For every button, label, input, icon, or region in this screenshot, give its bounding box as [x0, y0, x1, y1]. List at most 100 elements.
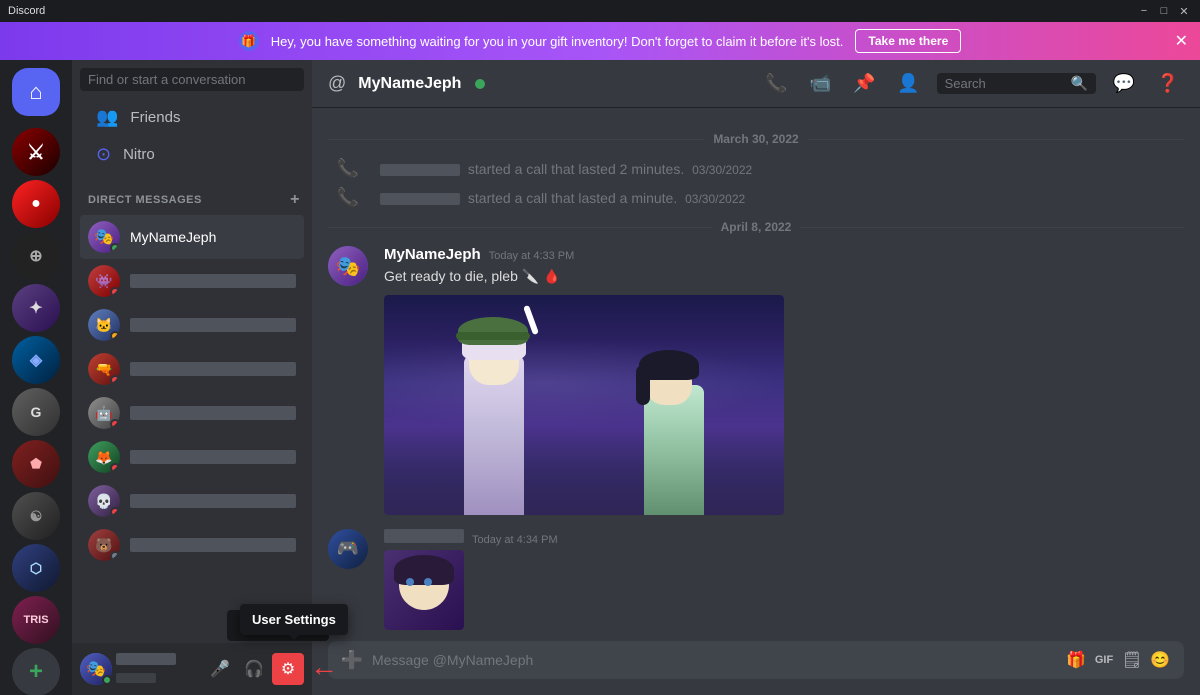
dm-at-icon: @: [328, 73, 346, 94]
channel-sidebar: 👥 Friends ⊙ Nitro DIRECT MESSAGES + 🎭 My…: [72, 60, 312, 695]
banner-close-button[interactable]: ✕: [1175, 31, 1188, 51]
nitro-icon: ⊙: [96, 144, 111, 165]
user-tag: [116, 673, 156, 683]
status-dot-6: [110, 463, 120, 473]
deafen-button[interactable]: 🎧: [238, 653, 270, 685]
message-time-1: Today at 4:33 PM: [489, 250, 575, 262]
server-icon-5[interactable]: ◈: [12, 336, 60, 384]
server-icon-7[interactable]: ⬟: [12, 440, 60, 488]
take-me-there-button[interactable]: Take me there: [855, 29, 961, 53]
gif-button[interactable]: GIF: [1092, 648, 1116, 672]
dm-item-6[interactable]: 🦊: [80, 435, 304, 479]
username: [116, 653, 176, 665]
chat-area: @ MyNameJeph 📞 📹 📌 👤 🔍 💬 ❓ March 30, 202…: [312, 60, 1200, 695]
sticker-button[interactable]: 🗒: [1120, 648, 1144, 672]
chat-input-area: ➕ 🎁 GIF 🗒 😊: [312, 641, 1200, 695]
friends-icon: 👥: [96, 107, 118, 128]
author-redacted-2: [384, 529, 464, 543]
dm-item-5[interactable]: 🤖: [80, 391, 304, 435]
system-message-1: 📞 started a call that lasted 2 minutes. …: [312, 154, 1200, 183]
nitro-nav-item[interactable]: ⊙ Nitro: [80, 136, 304, 173]
dm-name-4: [130, 362, 296, 376]
active-dm-avatar: 🎭: [88, 221, 120, 253]
anime-image: [384, 295, 784, 515]
search-input-wrapper[interactable]: [80, 68, 304, 91]
friends-nav-item[interactable]: 👥 Friends: [80, 99, 304, 136]
minimize-button[interactable]: −: [1136, 3, 1152, 19]
maximize-button[interactable]: □: [1156, 3, 1172, 19]
message-2: 🎮 Today at 4:34 PM: [312, 521, 1200, 638]
search-input[interactable]: [88, 72, 296, 87]
server-icon-9[interactable]: ⬡: [12, 544, 60, 592]
server-icon-1[interactable]: ⚔: [12, 128, 60, 176]
server-icon-10[interactable]: TRIS: [12, 596, 60, 644]
home-server-icon[interactable]: ⌂: [12, 68, 60, 116]
message-header-2: Today at 4:34 PM: [384, 529, 1184, 546]
input-right-buttons: 🎁 GIF 🗒 😊: [1064, 648, 1172, 672]
voice-call-button[interactable]: 📞: [765, 72, 789, 96]
gift-button[interactable]: 🎁: [1064, 648, 1088, 672]
add-dm-button[interactable]: +: [286, 189, 304, 211]
dm-item-3[interactable]: 🐱: [80, 303, 304, 347]
emoji-button[interactable]: 😊: [1148, 648, 1172, 672]
call-icon-2: 📞: [337, 187, 359, 208]
call-icon-1: 📞: [337, 158, 359, 179]
help-button[interactable]: ❓: [1156, 72, 1180, 96]
server-icon-4[interactable]: ✦: [12, 284, 60, 332]
settings-button[interactable]: ⚙: [272, 653, 304, 685]
status-dot-5: [110, 419, 120, 429]
message-content-1: MyNameJeph Today at 4:33 PM Get ready to…: [384, 246, 1184, 515]
user-area: 🎭 🎤 🎧 ⚙ User Settings: [72, 643, 312, 695]
char-figure-2: [624, 345, 724, 515]
dm-avatar-2: 👾: [88, 265, 120, 297]
server-icon-2[interactable]: ●: [12, 180, 60, 228]
dm-item-7[interactable]: 💀: [80, 479, 304, 523]
system-text-2: started a call that lasted a minute. 03/…: [380, 190, 745, 206]
dm-name-5: [130, 406, 296, 420]
user-controls: 🎤 🎧 ⚙: [204, 653, 304, 685]
status-dot-2: [110, 287, 120, 297]
dm-header: DIRECT MESSAGES +: [72, 173, 312, 215]
at-symbol: @: [328, 73, 346, 94]
pin-button[interactable]: 📌: [853, 72, 877, 96]
add-server-button[interactable]: +: [12, 648, 60, 695]
video-call-button[interactable]: 📹: [809, 72, 833, 96]
window-controls: − □ ✕: [1136, 3, 1192, 19]
dm-avatar-4: 🔫: [88, 353, 120, 385]
dm-name-7: [130, 494, 296, 508]
gift-banner: 🎁 Hey, you have something waiting for yo…: [0, 22, 1200, 60]
message-image-1: [384, 295, 784, 515]
close-button[interactable]: ✕: [1176, 3, 1192, 19]
dm-section-label: DIRECT MESSAGES: [88, 194, 202, 206]
server-icon-8[interactable]: ☯: [12, 492, 60, 540]
add-file-button[interactable]: ➕: [340, 648, 364, 672]
message-header-1: MyNameJeph Today at 4:33 PM: [384, 246, 1184, 263]
dm-item-8[interactable]: 🐻: [80, 523, 304, 567]
system-message-2: 📞 started a call that lasted a minute. 0…: [312, 183, 1200, 212]
friends-label: Friends: [130, 109, 180, 126]
dm-name-2: [130, 274, 296, 288]
status-dot: [110, 243, 120, 253]
add-friend-button[interactable]: 👤: [897, 72, 921, 96]
inbox-button[interactable]: 💬: [1112, 72, 1136, 96]
search-icon: 🔍: [1071, 75, 1088, 92]
dm-avatar-7: 💀: [88, 485, 120, 517]
dm-item-active[interactable]: 🎭 MyNameJeph: [80, 215, 304, 259]
header-search[interactable]: 🔍: [937, 73, 1096, 94]
server-icon-6[interactable]: G: [12, 388, 60, 436]
mute-button[interactable]: 🎤: [204, 653, 236, 685]
nitro-label: Nitro: [123, 146, 155, 163]
message-1: 🎭 MyNameJeph Today at 4:33 PM Get ready …: [312, 242, 1200, 519]
user-info: [116, 651, 200, 687]
active-dm-name: MyNameJeph: [130, 229, 296, 245]
user-avatar: 🎭: [80, 653, 112, 685]
dm-item-2[interactable]: 👾: [80, 259, 304, 303]
server-icon-3[interactable]: ⊕: [12, 232, 60, 280]
chat-input[interactable]: [372, 641, 1056, 679]
dm-item-4[interactable]: 🔫: [80, 347, 304, 391]
dm-name-6: [130, 450, 296, 464]
chat-input-wrapper: ➕ 🎁 GIF 🗒 😊: [328, 641, 1184, 679]
header-search-input[interactable]: [945, 76, 1065, 91]
message-content-2: Today at 4:34 PM: [384, 529, 1184, 630]
app-title: Discord: [8, 5, 1136, 17]
